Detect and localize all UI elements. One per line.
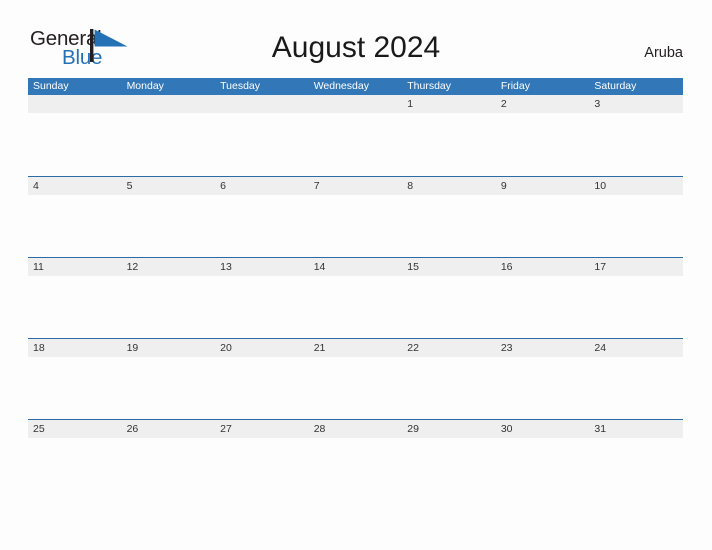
page-title: August 2024 [271, 31, 441, 64]
day-number: 14 [313, 261, 326, 273]
day-number: 12 [126, 261, 139, 273]
day-number: 4 [33, 180, 39, 192]
weekday-header-row: Sunday Monday Tuesday Wednesday Thursday… [28, 78, 683, 95]
day-band [495, 95, 590, 113]
day-cell[interactable]: 28 [308, 420, 403, 500]
day-band [402, 95, 496, 113]
day-cell[interactable]: 19 [121, 339, 216, 419]
day-cell[interactable]: 6 [215, 177, 309, 257]
day-number: 17 [594, 261, 607, 273]
day-number: 24 [594, 342, 607, 354]
day-cell[interactable]: 25 [28, 420, 122, 500]
day-band [28, 95, 122, 113]
day-cell[interactable]: 4 [28, 177, 122, 257]
day-number: 23 [500, 342, 513, 354]
day-number: 3 [594, 98, 601, 110]
day-cell[interactable]: 23 [495, 339, 590, 419]
weekday-header-monday: Monday [126, 80, 164, 92]
day-number: 15 [407, 261, 419, 273]
day-number: 2 [500, 98, 507, 110]
day-band [215, 95, 309, 113]
day-band [308, 177, 403, 195]
day-cell[interactable] [28, 95, 122, 175]
day-band [402, 177, 496, 195]
day-cell[interactable]: 31 [589, 420, 683, 500]
calendar-week-row: 1 2 3 [28, 95, 683, 176]
day-cell[interactable]: 18 [28, 339, 122, 419]
day-cell[interactable]: 9 [495, 177, 590, 257]
day-number: 10 [594, 180, 607, 192]
weekday-header-tuesday: Tuesday [220, 80, 261, 92]
calendar-week-row: 11 12 13 14 15 16 17 [28, 257, 683, 338]
day-cell[interactable]: 10 [589, 177, 683, 257]
day-cell[interactable]: 26 [121, 420, 216, 500]
day-number: 20 [220, 342, 232, 354]
day-number: 29 [407, 423, 419, 435]
day-number: 21 [313, 342, 326, 354]
day-number: 8 [407, 180, 414, 192]
day-band [28, 177, 122, 195]
day-number: 11 [33, 261, 44, 273]
day-number: 6 [220, 180, 226, 192]
day-number: 19 [126, 342, 139, 354]
day-cell[interactable]: 24 [589, 339, 683, 419]
day-number: 9 [500, 180, 507, 192]
day-band [121, 177, 216, 195]
day-cell[interactable] [308, 95, 403, 175]
day-cell[interactable]: 22 [402, 339, 496, 419]
day-number: 31 [594, 423, 607, 435]
day-number: 27 [220, 423, 232, 435]
country-label: Aruba [644, 45, 683, 61]
day-band [495, 177, 590, 195]
calendar-week-row: 18 19 20 21 22 23 24 [28, 338, 683, 419]
day-band [121, 95, 216, 113]
day-number: 22 [407, 342, 419, 354]
day-number: 13 [220, 261, 232, 273]
day-number: 16 [500, 261, 513, 273]
day-cell[interactable]: 12 [121, 258, 216, 338]
day-cell[interactable]: 20 [215, 339, 309, 419]
day-cell[interactable]: 1 [402, 95, 496, 175]
day-cell[interactable]: 17 [589, 258, 683, 338]
calendar-grid: Sunday Monday Tuesday Wednesday Thursday… [28, 78, 683, 500]
day-cell[interactable]: 13 [215, 258, 309, 338]
day-band [308, 95, 403, 113]
day-cell[interactable]: 2 [495, 95, 590, 175]
day-number: 28 [313, 423, 326, 435]
calendar-week-row: 4 5 6 7 8 9 10 [28, 176, 683, 257]
weekday-header-friday: Friday [500, 80, 530, 92]
day-cell[interactable]: 21 [308, 339, 403, 419]
calendar-week-row: 25 26 27 28 29 30 31 [28, 419, 683, 500]
day-cell[interactable]: 3 [589, 95, 683, 175]
weekday-header-saturday: Saturday [594, 80, 637, 92]
day-cell[interactable]: 27 [215, 420, 309, 500]
weekday-header-sunday: Sunday [33, 80, 69, 92]
calendar-page: General Blue August 2024 Aruba Sunday Mo… [0, 0, 712, 550]
day-cell[interactable]: 16 [495, 258, 590, 338]
day-number: 5 [126, 180, 133, 192]
page-header: General Blue August 2024 Aruba [0, 0, 712, 78]
day-cell[interactable]: 29 [402, 420, 496, 500]
day-number: 1 [407, 98, 414, 110]
weekday-header-thursday: Thursday [407, 80, 452, 92]
day-band [589, 95, 683, 113]
day-number: 18 [33, 342, 45, 354]
day-number: 30 [500, 423, 513, 435]
day-cell[interactable] [121, 95, 216, 175]
day-band [215, 177, 309, 195]
day-number: 7 [313, 180, 320, 192]
day-number: 25 [33, 423, 45, 435]
day-cell[interactable]: 14 [308, 258, 403, 338]
day-cell[interactable] [215, 95, 309, 175]
day-cell[interactable]: 7 [308, 177, 403, 257]
day-cell[interactable]: 15 [402, 258, 496, 338]
day-cell[interactable]: 5 [121, 177, 216, 257]
day-cell[interactable]: 11 [28, 258, 122, 338]
day-number: 26 [126, 423, 139, 435]
day-cell[interactable]: 8 [402, 177, 496, 257]
day-cell[interactable]: 30 [495, 420, 590, 500]
weekday-header-wednesday: Wednesday [313, 80, 369, 92]
